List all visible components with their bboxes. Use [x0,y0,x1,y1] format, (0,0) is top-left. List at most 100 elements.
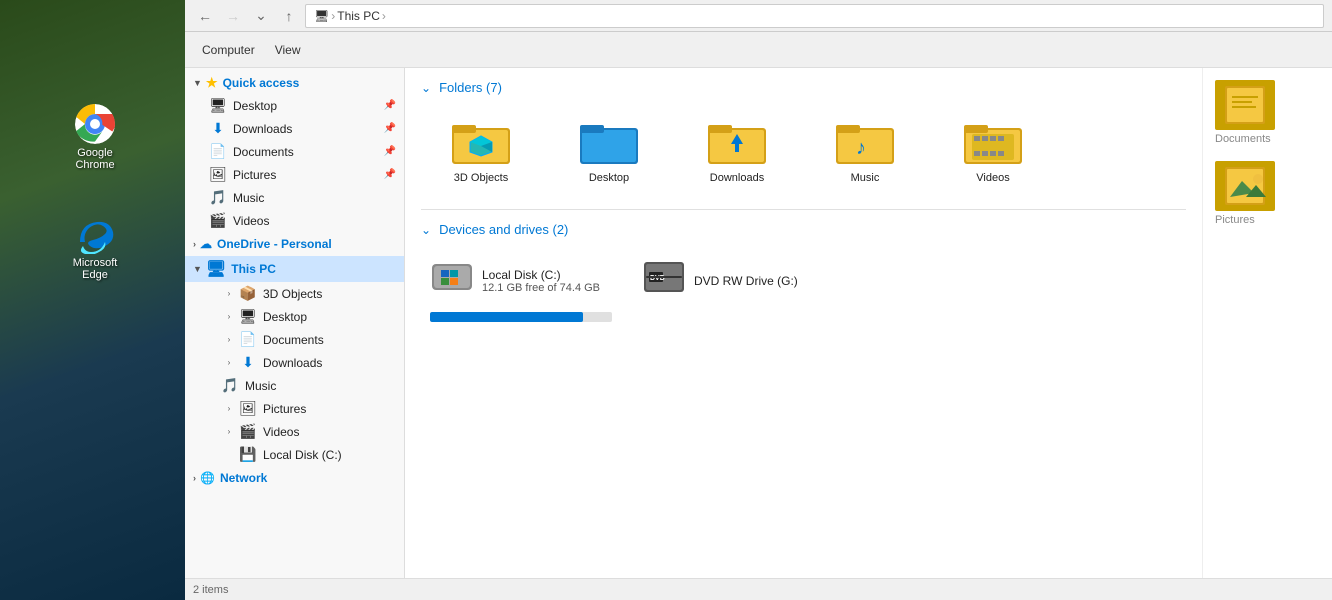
devices-section-label: Devices and drives (2) [439,222,568,237]
folder-desktop-icon [579,116,639,168]
sidebar-docs-pc-label: Documents [263,333,324,347]
sidebar-item-pictures-pc[interactable]: › 🖼 Pictures [185,397,404,420]
videos-expand-btn[interactable]: › [221,424,237,440]
quick-access-star-icon: ★ [206,75,218,91]
onedrive-label: OneDrive - Personal [217,237,332,251]
local-disk-info: Local Disk (C:) 12.1 GB free of 74.4 GB [482,268,612,294]
sidebar-item-downloads-pc[interactable]: › ⬇ Downloads [185,351,404,374]
back-button[interactable]: ← [193,4,217,28]
onedrive-header[interactable]: › ☁ OneDrive - Personal [185,234,404,254]
folder-desktop[interactable]: Desktop [549,107,669,193]
disk-progress-fill [430,312,583,322]
folder-3d-objects[interactable]: 3D Objects [421,107,541,193]
sidebar-item-3d-objects[interactable]: › 📦 3D Objects [185,282,404,305]
dvd-icon: DVD [642,258,686,304]
sidebar-item-music-pc[interactable]: 🎵 Music [185,374,404,397]
onedrive-section: › ☁ OneDrive - Personal [185,234,404,254]
desktop-expand-btn[interactable]: › [221,309,237,325]
sidebar-music-pc-label: Music [245,379,276,393]
folder-videos[interactable]: Videos [933,107,1053,193]
thumb-pictures-label: Pictures [1215,214,1255,226]
onedrive-arrow: › [193,239,196,249]
forward-button[interactable]: → [221,4,245,28]
thumb-pictures[interactable]: Pictures [1211,157,1324,230]
folders-section-header[interactable]: Folders (7) [421,80,1186,95]
view-tab[interactable]: View [266,36,310,64]
recent-locations-button[interactable]: ⌄ [249,4,273,28]
sidebar-videos-label: Videos [233,214,269,228]
pin-icon-4: 📌 [384,169,396,180]
downloads-pc-icon: ⬇ [239,354,257,371]
sidebar-item-videos-pc[interactable]: › 🎬 Videos [185,420,404,443]
sidebar-3d-label: 3D Objects [263,287,322,301]
main-content: ▼ ★ Quick access 🖥 Desktop 📌 ⬇ Downloads… [185,68,1332,578]
pin-icon: 📌 [384,100,396,111]
downloads-expand-btn[interactable]: › [221,355,237,371]
address-bar[interactable]: 🖥 › This PC › [305,4,1324,28]
this-pc-header[interactable]: ▼ 🖥 This PC [185,256,404,282]
sidebar-item-music[interactable]: 🎵 Music [185,186,404,209]
sidebar-item-desktop-pc[interactable]: › 🖥 Desktop [185,305,404,328]
computer-tab[interactable]: Computer [193,36,264,64]
pictures-expand-btn[interactable]: › [221,401,237,417]
devices-section-header[interactable]: Devices and drives (2) [421,222,1186,237]
pin-icon-3: 📌 [384,146,396,157]
status-bar: 2 items [185,578,1332,600]
sidebar-downloads-label: Downloads [233,122,292,136]
sidebar-item-local-disk[interactable]: 💾 Local Disk (C:) [185,443,404,466]
pictures-icon-sidebar: 🖼 [209,166,227,183]
up-button[interactable]: ↑ [277,4,301,28]
chrome-desktop-icon[interactable]: GoogleChrome [60,100,130,175]
sidebar-item-downloads[interactable]: ⬇ Downloads 📌 [185,117,404,140]
sidebar-item-videos[interactable]: 🎬 Videos [185,209,404,232]
device-dvd[interactable]: DVD DVD RW Drive (G:) [633,249,833,331]
pin-icon-2: 📌 [384,123,396,134]
this-pc-arrow: ▼ [193,264,202,274]
address-bar-row: ← → ⌄ ↑ 🖥 › This PC › [185,0,1332,32]
toolbar: Computer View [185,32,1332,68]
dvd-drive-info: DVD RW Drive (G:) [694,274,824,288]
dvd-drive-name: DVD RW Drive (G:) [694,274,824,288]
network-header[interactable]: › 🌐 Network [185,468,404,488]
device-local-disk[interactable]: Local Disk (C:) 12.1 GB free of 74.4 GB [421,249,621,331]
quick-access-header[interactable]: ▼ ★ Quick access [185,72,404,94]
address-this-pc: This PC [337,9,380,23]
edge-desktop-icon[interactable]: MicrosoftEdge [60,210,130,285]
right-thumbnails-panel: Documents Pictures [1202,68,1332,578]
sidebar-item-desktop[interactable]: 🖥 Desktop 📌 [185,94,404,117]
this-pc-icon: 🖥 [206,259,226,279]
content-pane: Folders (7) [405,68,1202,578]
thumb-documents-label: Documents [1215,133,1271,145]
sidebar-item-documents-pc[interactable]: › 📄 Documents [185,328,404,351]
sidebar-pictures-pc-label: Pictures [263,402,306,416]
address-home-icon: 🖥 [314,9,329,23]
folder-desktop-label: Desktop [589,172,629,184]
sidebar: ▼ ★ Quick access 🖥 Desktop 📌 ⬇ Downloads… [185,68,405,578]
sidebar-item-pictures[interactable]: 🖼 Pictures 📌 [185,163,404,186]
network-label: Network [220,471,267,485]
videos-pc-icon: 🎬 [239,423,257,440]
thumb-documents-img [1215,80,1275,130]
sidebar-local-disk-label: Local Disk (C:) [263,448,342,462]
sidebar-pictures-label: Pictures [233,168,276,182]
folder-downloads-label: Downloads [710,172,764,184]
desktop-pc-icon: 🖥 [239,308,257,325]
sidebar-item-documents[interactable]: 📄 Documents 📌 [185,140,404,163]
quick-access-label: Quick access [223,76,300,90]
sidebar-documents-label: Documents [233,145,294,159]
thumb-documents[interactable]: Documents [1211,76,1324,149]
sidebar-desktop-pc-label: Desktop [263,310,307,324]
thumb-pictures-img [1215,161,1275,211]
music-icon-sidebar: 🎵 [209,189,227,206]
onedrive-cloud-icon: ☁ [200,237,212,251]
3d-objects-icon: 📦 [239,285,257,302]
desktop-background: GoogleChrome MicrosoftEdge [0,0,185,600]
disk-expand-btn[interactable] [221,447,237,463]
device-top-dvd: DVD DVD RW Drive (G:) [642,258,824,304]
3d-expand-btn[interactable]: › [221,286,237,302]
folder-downloads[interactable]: Downloads [677,107,797,193]
docs-expand-btn[interactable]: › [221,332,237,348]
folder-music[interactable]: ♪ Music [805,107,925,193]
folders-section-label: Folders (7) [439,80,502,95]
pictures-pc-icon: 🖼 [239,400,257,417]
